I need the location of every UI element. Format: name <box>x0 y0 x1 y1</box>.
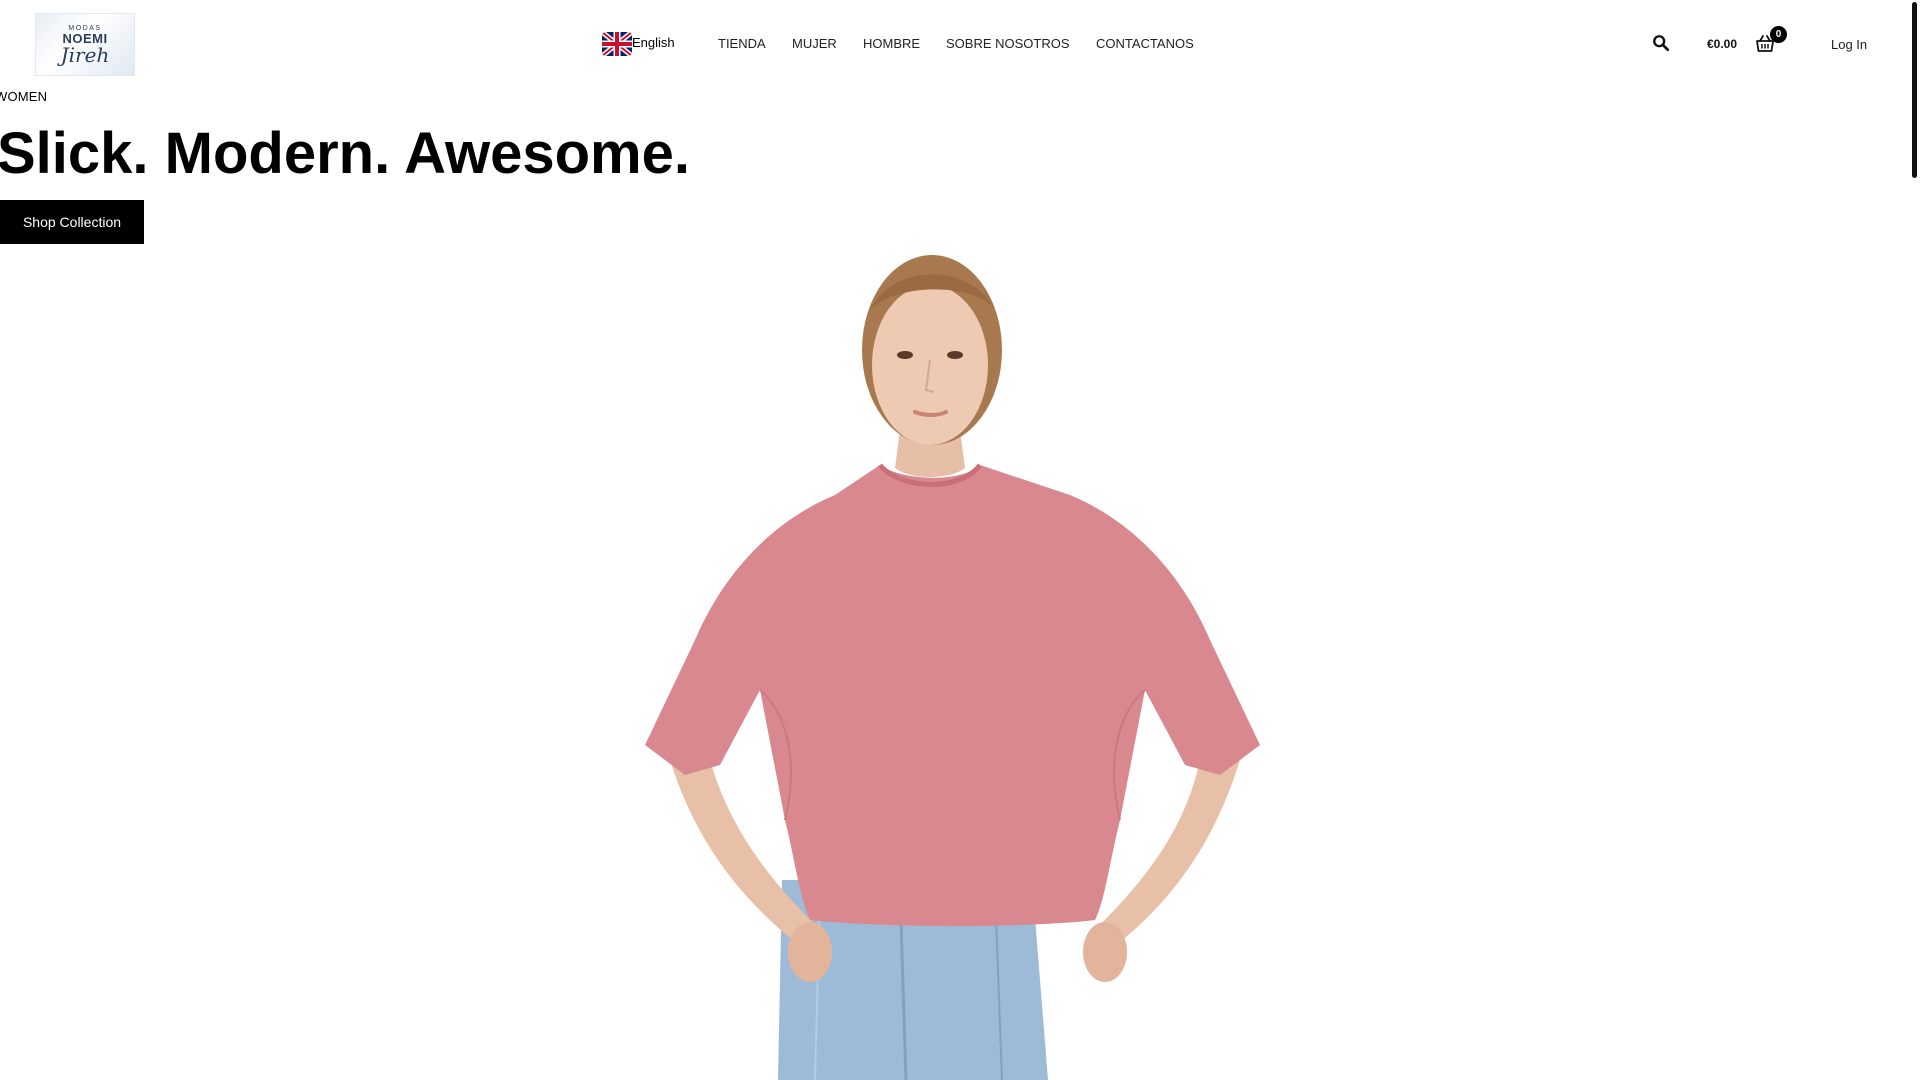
nav-item-tienda[interactable]: TIENDA <box>718 36 766 51</box>
login-link[interactable]: Log In <box>1831 37 1867 52</box>
search-icon[interactable] <box>1652 34 1670 52</box>
site-logo[interactable]: MODAS NOEMI Jireh <box>35 13 135 76</box>
hero-title: Slick. Modern. Awesome. <box>0 121 690 186</box>
cart-count-badge: 0 <box>1770 26 1787 43</box>
cart-total[interactable]: €0.00 <box>1707 37 1737 51</box>
logo-line-3: Jireh <box>60 42 110 67</box>
shop-collection-button[interactable]: Shop Collection <box>0 200 144 244</box>
hero-model-image <box>645 255 1260 1080</box>
language-label: English <box>632 34 675 50</box>
nav-item-hombre[interactable]: HOMBRE <box>863 36 920 51</box>
nav-item-mujer[interactable]: MUJER <box>792 36 837 51</box>
site-header: MODAS NOEMI Jireh English TIENDA MUJER H… <box>0 0 1920 88</box>
nav-item-sobre-nosotros[interactable]: SOBRE NOSOTROS <box>946 36 1070 51</box>
scrollbar-thumb[interactable] <box>1912 2 1917 178</box>
hero-eyebrow: WOMEN <box>0 89 48 104</box>
nav-item-contactanos[interactable]: CONTACTANOS <box>1096 36 1194 51</box>
uk-flag-icon <box>602 32 632 56</box>
language-switcher[interactable]: English <box>602 32 675 56</box>
